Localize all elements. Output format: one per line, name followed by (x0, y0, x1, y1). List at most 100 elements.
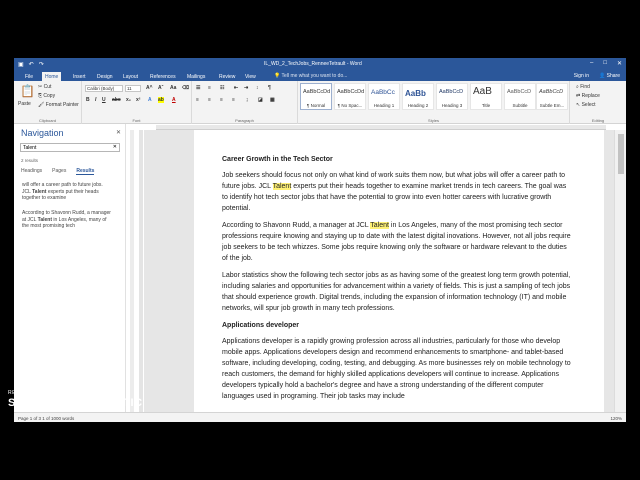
nav-tab-pages[interactable]: Pages (52, 168, 66, 175)
subscript-icon[interactable]: x₂ (126, 97, 131, 103)
style-name: Heading 2 (407, 103, 429, 108)
scissors-icon: ✂ (38, 84, 43, 90)
word-window: ▣ ↶ ↷ IL_WD_2_TechJobs_RenneeTetrault - … (14, 58, 626, 422)
navigation-search-input[interactable]: Talent ✕ (20, 143, 120, 152)
tab-mailings[interactable]: Mailings (184, 72, 208, 81)
style-preview: AaBbCc (371, 89, 395, 96)
close-pane-icon[interactable]: ✕ (116, 129, 121, 136)
decrease-indent-icon[interactable]: ⇤ (234, 85, 238, 91)
tab-file[interactable]: File (22, 72, 36, 81)
font-size-select[interactable]: 11 (125, 85, 141, 92)
navigation-pane: Navigation ✕ Talent ✕ 2 results Headings… (14, 124, 126, 412)
align-center-icon[interactable]: ≡ (208, 97, 211, 103)
style-subtle-emphasis[interactable]: AaBbCcD Subtle Em... (536, 83, 568, 110)
maximize-icon[interactable]: □ (603, 60, 607, 67)
ribbon-tabs: File Home Insert Design Layout Reference… (14, 70, 626, 81)
document-page[interactable]: Career Growth in the Tech Sector Job see… (194, 130, 604, 412)
select-button[interactable]: ↖ Select (576, 102, 596, 108)
share-button[interactable]: 👤 Share (599, 73, 620, 79)
watermark-o-icon: ◉ (92, 397, 103, 409)
style-normal[interactable]: AaBbCcDd ¶ Normal (300, 83, 332, 110)
tab-insert[interactable]: Insert (70, 72, 89, 81)
superscript-icon[interactable]: x² (136, 97, 140, 103)
highlight-icon[interactable]: ab (158, 97, 164, 103)
search-highlight: Talent (272, 183, 292, 190)
bold-icon[interactable]: B (86, 97, 90, 103)
nav-tab-results[interactable]: Results (76, 168, 95, 175)
screencast-watermark: RECORDED WITH SCREENCAST ◉ MATIC (8, 390, 143, 409)
minimize-icon[interactable]: – (590, 60, 593, 67)
cut-label: Cut (43, 84, 52, 90)
font-color-icon[interactable]: A (172, 97, 176, 103)
underline-icon[interactable]: U (102, 97, 106, 103)
paragraph-label: Paragraph (235, 118, 254, 123)
vertical-scrollbar[interactable] (614, 130, 626, 412)
brush-icon: 🖌 (38, 102, 45, 108)
tab-layout[interactable]: Layout (120, 72, 141, 81)
window-title: IL_WD_2_TechJobs_RenneeTetrault - Word (264, 61, 362, 67)
navigation-title: Navigation (21, 128, 64, 138)
undo-icon[interactable]: ↶ (29, 61, 34, 68)
redo-icon[interactable]: ↷ (39, 61, 44, 68)
paste-icon[interactable]: 📋 (20, 84, 35, 98)
paste-button[interactable]: Paste (18, 101, 31, 107)
style-subtitle[interactable]: AaBbCcD Subtitle (504, 83, 536, 110)
cursor-icon: ↖ (576, 102, 581, 108)
tab-view[interactable]: View (242, 72, 259, 81)
save-icon[interactable]: ▣ (18, 61, 24, 68)
editing-label: Editing (591, 118, 605, 123)
sort-icon[interactable]: ↕ (256, 85, 259, 91)
borders-icon[interactable]: ▦ (270, 97, 275, 103)
copy-button[interactable]: ⎘ Copy (38, 93, 55, 99)
styles-group: AaBbCcDd ¶ Normal AaBbCcDd ¶ No Spac... … (298, 81, 570, 124)
style-preview: AaBb (405, 89, 426, 98)
multilevel-list-icon[interactable]: ☷ (220, 85, 224, 91)
tab-review[interactable]: Review (216, 72, 238, 81)
style-name: ¶ No Spac... (337, 103, 363, 108)
pane-divider[interactable] (130, 130, 134, 412)
cut-button[interactable]: ✂ Cut (38, 84, 51, 90)
shrink-font-icon[interactable]: Aˇ (158, 85, 163, 91)
style-heading-3[interactable]: AaBbCcD Heading 3 (436, 83, 468, 110)
find-button[interactable]: ⌕ Find (576, 84, 590, 90)
increase-indent-icon[interactable]: ⇥ (244, 85, 248, 91)
style-heading-2[interactable]: AaBb Heading 2 (402, 83, 434, 110)
line-spacing-icon[interactable]: ↨ (246, 97, 249, 103)
sign-in-link[interactable]: Sign in (574, 73, 589, 79)
text-effects-icon[interactable]: A (148, 97, 152, 103)
tell-me-box[interactable]: 💡 Tell me what you want to do... (274, 73, 347, 79)
clear-format-icon[interactable]: ⌫ (182, 85, 189, 91)
zoom-level[interactable]: 120% (610, 416, 622, 421)
doc-heading: Career Growth in the Tech Sector (222, 156, 333, 163)
font-name-select[interactable]: Calibri (Body) (85, 85, 123, 92)
align-right-icon[interactable]: ≡ (220, 97, 223, 103)
vertical-ruler[interactable] (139, 130, 143, 412)
clear-search-icon[interactable]: ✕ (113, 144, 117, 150)
align-left-icon[interactable]: ≡ (196, 97, 199, 103)
tab-references[interactable]: References (147, 72, 179, 81)
style-preview: AaBbCcD (539, 89, 564, 95)
justify-icon[interactable]: ≡ (232, 97, 235, 103)
style-no-spacing[interactable]: AaBbCcDd ¶ No Spac... (334, 83, 366, 110)
search-value: Talent (23, 145, 37, 151)
search-result[interactable]: will offer a career path to future jobs.… (22, 182, 112, 202)
numbering-icon[interactable]: ≡ (208, 85, 211, 91)
nav-tab-headings[interactable]: Headings (21, 168, 42, 175)
search-result[interactable]: According to Shavonn Rudd, a manager at … (22, 210, 112, 230)
bullets-icon[interactable]: ☰ (196, 85, 200, 91)
show-marks-icon[interactable]: ¶ (268, 85, 271, 91)
italic-icon[interactable]: I (95, 97, 96, 103)
scrollbar-thumb[interactable] (618, 134, 624, 174)
grow-font-icon[interactable]: A^ (146, 85, 153, 91)
shading-icon[interactable]: ◪ (258, 97, 263, 103)
style-heading-1[interactable]: AaBbCc Heading 1 (368, 83, 400, 110)
tab-home[interactable]: Home (42, 72, 62, 81)
document-body[interactable]: Career Growth in the Tech Sector Job see… (222, 154, 574, 408)
tab-design[interactable]: Design (94, 72, 116, 81)
close-icon[interactable]: ✕ (617, 60, 622, 67)
replace-button[interactable]: ⇄ Replace (576, 93, 600, 99)
change-case-icon[interactable]: Aa (170, 85, 176, 91)
format-painter-button[interactable]: 🖌 Format Painter (38, 102, 79, 108)
style-title[interactable]: AaB Title (470, 83, 502, 110)
strikethrough-icon[interactable]: abc (112, 97, 121, 103)
